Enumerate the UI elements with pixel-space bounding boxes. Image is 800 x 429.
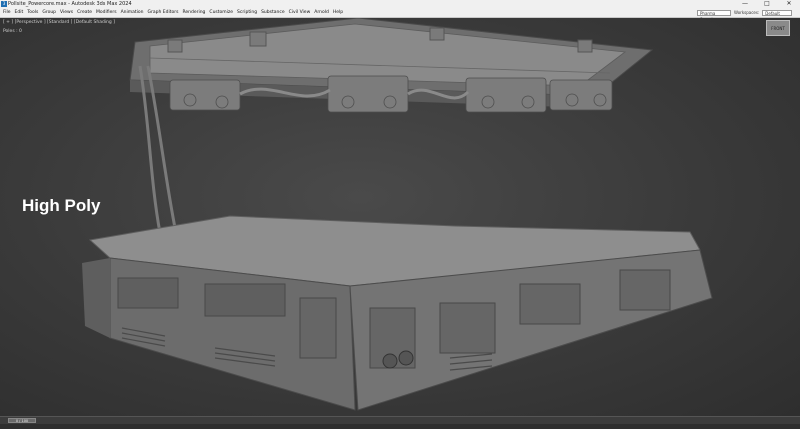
time-slider[interactable]: 0 / 100 xyxy=(8,418,36,423)
viewport-label[interactable]: [ + ] [Perspective ] [Standard ] [Defaul… xyxy=(3,20,115,25)
menu-edit[interactable]: Edit xyxy=(15,8,24,17)
menu-file[interactable]: File xyxy=(3,8,11,17)
3ds-max-icon: 3 xyxy=(1,1,7,7)
window-controls: — □ ✕ xyxy=(734,0,800,8)
menu-substance[interactable]: Substance xyxy=(261,8,285,17)
title-bar: 3 Pollsite_Powercore.max - Autodesk 3ds … xyxy=(0,0,800,8)
menu-customize[interactable]: Customize xyxy=(209,8,233,17)
perspective-viewport[interactable]: [ + ] [Perspective ] [Standard ] [Defaul… xyxy=(0,18,800,416)
menu-scripting[interactable]: Scripting xyxy=(237,8,257,17)
minimize-button[interactable]: — xyxy=(734,0,756,8)
viewcube[interactable]: FRONT xyxy=(766,20,790,36)
menu-tools[interactable]: Tools xyxy=(27,8,38,17)
scene-model xyxy=(82,18,713,411)
workspace-area: Pharma Sound... Workspaces: Default xyxy=(697,9,793,22)
overlay-caption: High Poly xyxy=(22,196,101,215)
workspaces-label: Workspaces: xyxy=(734,10,760,15)
workspaces-dropdown[interactable]: Default xyxy=(762,9,793,16)
maximize-button[interactable]: □ xyxy=(756,0,778,8)
menu-items: File Edit Tools Group Views Create Modif… xyxy=(3,8,343,17)
menu-rendering[interactable]: Rendering xyxy=(182,8,205,17)
track-bar[interactable] xyxy=(0,424,800,429)
hanging-mechanisms xyxy=(169,75,613,113)
menu-civil-view[interactable]: Civil View xyxy=(289,8,311,17)
menu-modifiers[interactable]: Modifiers xyxy=(96,8,117,17)
lower-base xyxy=(82,215,713,411)
timeline: 0 / 100 xyxy=(0,416,800,429)
menu-group[interactable]: Group xyxy=(42,8,56,17)
menu-bar: File Edit Tools Group Views Create Modif… xyxy=(0,8,800,22)
viewport-stats: Poles : 0 xyxy=(3,29,22,34)
menu-help[interactable]: Help xyxy=(333,8,343,17)
menu-create[interactable]: Create xyxy=(77,8,92,17)
search-input[interactable]: Pharma Sound... xyxy=(697,9,731,22)
close-button[interactable]: ✕ xyxy=(778,0,800,8)
window-title: Pollsite_Powercore.max - Autodesk 3ds Ma… xyxy=(8,1,132,7)
menu-arnold[interactable]: Arnold xyxy=(314,8,329,17)
menu-animation[interactable]: Animation xyxy=(121,8,144,17)
menu-graph-editors[interactable]: Graph Editors xyxy=(148,8,179,17)
menu-views[interactable]: Views xyxy=(60,8,73,17)
